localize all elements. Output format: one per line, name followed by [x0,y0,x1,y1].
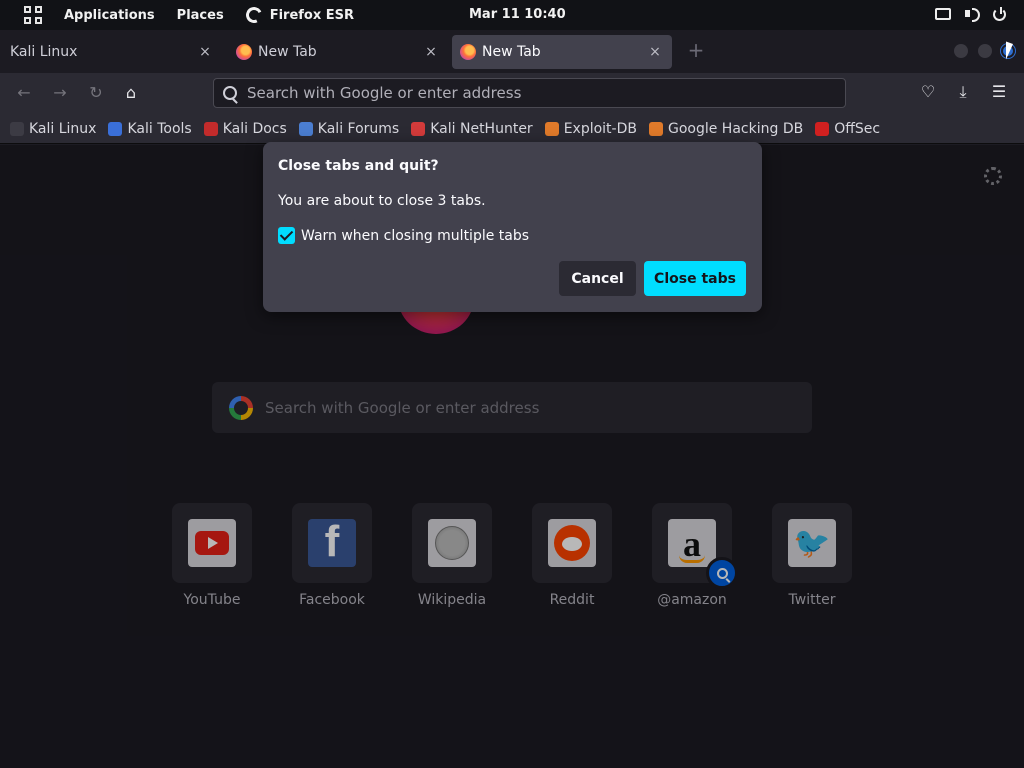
bookmark-label: Kali Docs [222,120,287,137]
bookmarks-toolbar: Kali Linux Kali Tools Kali Docs Kali Forums… [0,114,1024,144]
close-icon[interactable]: × [646,44,664,60]
close-tabs-button[interactable]: Close tabs [644,261,746,296]
applications-menu[interactable]: Applications [64,8,155,23]
tab-new-tab-active[interactable]: New Tab × [452,35,672,69]
cancel-button[interactable]: Cancel [559,261,636,296]
bookmark-item[interactable]: OffSec [815,121,880,137]
places-menu[interactable]: Places [177,8,224,23]
downloads-icon[interactable]: ⤓ [952,81,974,103]
firefox-icon [243,4,264,26]
bookmark-favicon-icon [108,121,123,136]
active-app-name[interactable]: Firefox ESR [270,8,354,23]
bookmark-label: Kali NetHunter [430,120,533,137]
dialog-message: You are about to close 3 tabs. [278,193,486,209]
firefox-favicon-icon [236,44,252,60]
nav-bar: ← → ↻ ⌂ ♡ ⤓ ☰ [0,73,1024,114]
search-icon [223,86,237,100]
bookmark-label: OffSec [834,120,881,137]
bookmark-label: Google Hacking DB [667,120,804,137]
bookmark-favicon-icon [203,121,218,136]
close-icon[interactable]: × [196,44,214,60]
bookmark-favicon-icon [10,121,24,136]
volume-icon[interactable] [964,6,980,22]
url-bar[interactable] [213,78,846,108]
close-tabs-dialog: Close tabs and quit? You are about to cl… [263,142,762,312]
bookmark-item[interactable]: Kali Docs [203,120,287,137]
back-arrow-icon[interactable]: ← [12,81,36,105]
app-grid-icon[interactable] [24,6,42,24]
bookmark-item[interactable]: Kali Tools [108,120,192,137]
dialog-title: Close tabs and quit? [278,158,439,174]
hamburger-menu-icon[interactable]: ☰ [988,81,1010,103]
tab-kali-linux[interactable]: Kali Linux × [0,35,222,69]
minimize-button[interactable] [954,44,968,58]
bookmark-label: Kali Tools [127,120,192,137]
home-icon[interactable]: ⌂ [119,81,143,105]
bookmark-favicon-icon [298,121,313,136]
bookmark-favicon-icon [648,121,663,136]
bookmark-label: Kali Forums [317,120,400,137]
clock[interactable]: Mar 11 10:40 [469,7,566,22]
firefox-favicon-icon [460,44,476,60]
pocket-icon[interactable]: ♡ [917,81,939,103]
forward-arrow-icon[interactable]: → [48,81,72,105]
close-icon[interactable]: × [422,44,440,60]
tab-label: Kali Linux [10,44,78,60]
checkbox-checked-icon[interactable] [278,227,295,244]
bookmark-item[interactable]: Kali NetHunter [411,120,533,137]
checkbox-label: Warn when closing multiple tabs [301,227,530,244]
bookmark-item[interactable]: Kali Linux [10,121,96,137]
new-tab-button[interactable]: + [686,40,706,60]
tab-new-tab[interactable]: New Tab × [226,35,448,69]
top-panel: Applications Places Firefox ESR Mar 11 1… [0,0,1024,30]
bookmark-item[interactable]: Exploit-DB [544,120,637,137]
screen-icon[interactable] [935,8,951,20]
power-icon[interactable] [993,7,1006,21]
tab-label: New Tab [258,44,317,60]
tab-strip: Kali Linux × New Tab × New Tab × + [0,30,1024,73]
tab-label: New Tab [482,44,541,60]
system-tray [935,6,1006,22]
bookmark-favicon-icon [411,121,426,136]
bookmark-item[interactable]: Google Hacking DB [648,120,804,137]
warn-checkbox-row[interactable]: Warn when closing multiple tabs [278,227,529,244]
url-input[interactable] [247,84,845,102]
reload-icon[interactable]: ↻ [84,81,108,105]
bookmark-label: Exploit-DB [563,120,637,137]
bookmark-item[interactable]: Kali Forums [298,120,400,137]
bookmark-label: Kali Linux [29,120,97,137]
bookmark-favicon-icon [815,121,830,136]
restore-button[interactable] [978,44,992,58]
bookmark-favicon-icon [544,121,559,136]
